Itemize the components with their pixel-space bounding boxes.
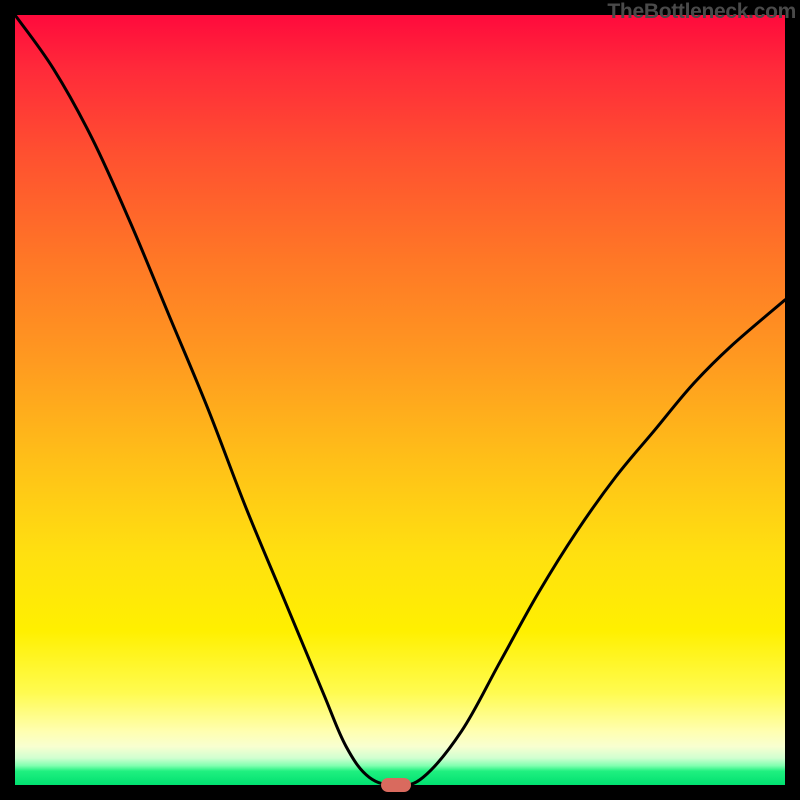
attribution-label: TheBottleneck.com bbox=[607, 0, 796, 24]
plot-gradient-area bbox=[15, 15, 785, 785]
optimal-point-marker bbox=[381, 778, 411, 792]
bottleneck-chart: TheBottleneck.com bbox=[0, 0, 800, 800]
